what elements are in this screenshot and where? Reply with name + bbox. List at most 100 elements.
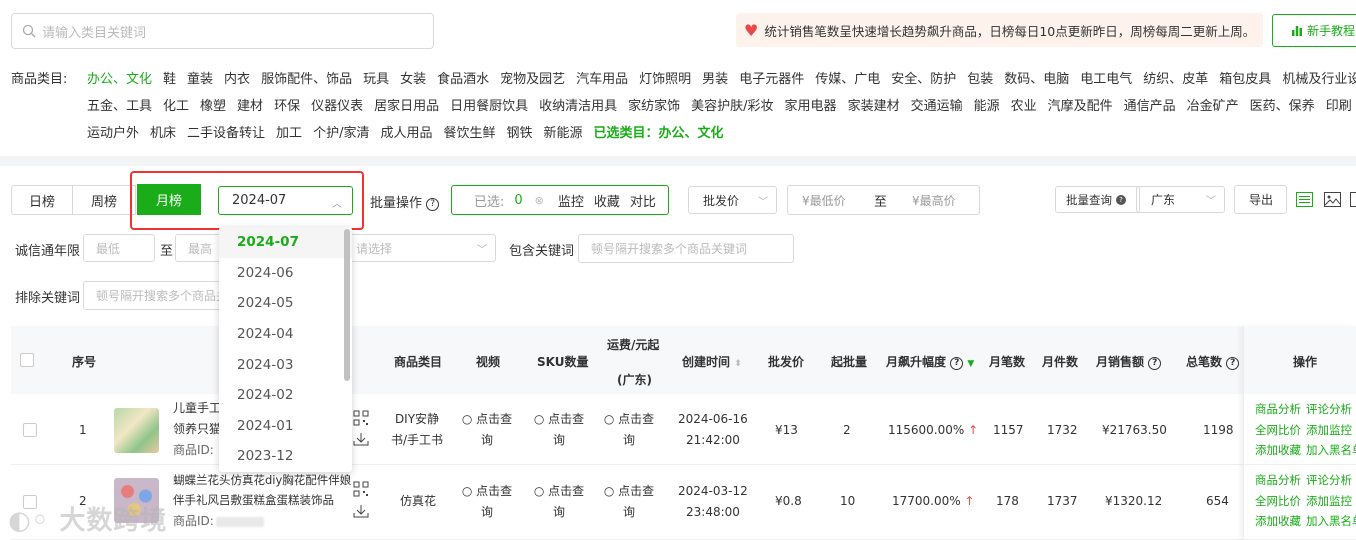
category-item[interactable]: 能源 bbox=[974, 93, 1000, 120]
category-item[interactable]: 农业 bbox=[1011, 93, 1037, 120]
category-search-input[interactable]: 请输入类目关键词 bbox=[11, 13, 434, 49]
category-item[interactable]: 钢铁 bbox=[506, 120, 532, 147]
category-item[interactable]: 交通运输 bbox=[911, 93, 963, 120]
category-item[interactable]: 五金、工具 bbox=[87, 93, 152, 120]
category-item[interactable]: 箱包皮具 bbox=[1219, 66, 1271, 93]
row-action-link[interactable]: 加入黑名单 bbox=[1306, 443, 1356, 457]
category-item[interactable]: 食品酒水 bbox=[437, 66, 489, 93]
compare-button[interactable]: 对比 bbox=[630, 191, 656, 210]
video-query-link[interactable]: ○ 点击查询 bbox=[459, 409, 515, 451]
category-item[interactable]: 环保 bbox=[274, 93, 300, 120]
category-item[interactable]: 玩具 bbox=[363, 66, 389, 93]
category-type-select[interactable]: 请选择 ﹀ bbox=[345, 234, 496, 262]
more-view-icon[interactable] bbox=[1350, 192, 1356, 207]
category-item[interactable]: 家纺家饰 bbox=[628, 93, 680, 120]
category-item[interactable]: 新能源 bbox=[544, 120, 583, 147]
category-item[interactable]: 成人用品 bbox=[380, 120, 432, 147]
category-item[interactable]: 纺织、皮革 bbox=[1143, 66, 1208, 93]
category-item[interactable]: 电子元器件 bbox=[739, 66, 804, 93]
category-item[interactable]: 美容护肤/彩妆 bbox=[691, 93, 773, 120]
category-item[interactable]: 印刷 bbox=[1326, 93, 1352, 120]
include-keyword-input[interactable]: 顿号隔开搜索多个商品关键词 bbox=[578, 234, 794, 263]
exclude-keyword-input[interactable]: 顿号隔开搜索多个商品关键词 bbox=[83, 281, 233, 310]
category-item[interactable]: 安全、防护 bbox=[891, 66, 956, 93]
clear-icon[interactable]: ⊗ bbox=[535, 194, 544, 207]
list-view-icon[interactable] bbox=[1296, 192, 1313, 207]
month-option[interactable]: 2023-12 bbox=[219, 441, 352, 472]
month-option[interactable]: 2024-03 bbox=[219, 349, 352, 380]
video-query-link[interactable]: ○ 点击查询 bbox=[459, 481, 515, 523]
region-select[interactable]: 广东 ﹀ bbox=[1136, 186, 1225, 213]
image-view-icon[interactable] bbox=[1324, 192, 1341, 207]
category-item[interactable]: 冶金矿产 bbox=[1187, 93, 1239, 120]
category-item[interactable]: 服饰配件、饰品 bbox=[261, 66, 352, 93]
category-item[interactable]: 橡塑 bbox=[200, 93, 226, 120]
category-item[interactable]: 家用电器 bbox=[785, 93, 837, 120]
category-item[interactable]: 二手设备转让 bbox=[187, 120, 265, 147]
row-checkbox[interactable] bbox=[23, 423, 37, 437]
category-item[interactable]: 汽车用品 bbox=[576, 66, 628, 93]
row-action-link[interactable]: 全网比价 bbox=[1255, 423, 1301, 437]
qrcode-icon[interactable] bbox=[353, 481, 369, 497]
select-all-checkbox[interactable] bbox=[20, 353, 34, 367]
freight-query-link[interactable]: ○ 点击查询 bbox=[601, 481, 657, 523]
category-item[interactable]: 数码、电脑 bbox=[1004, 66, 1069, 93]
category-item[interactable]: 建材 bbox=[237, 93, 263, 120]
month-option[interactable]: 2024-02 bbox=[219, 380, 352, 411]
category-item[interactable]: 化工 bbox=[163, 93, 189, 120]
category-item[interactable]: 内衣 bbox=[224, 66, 250, 93]
category-item[interactable]: 宠物及园艺 bbox=[500, 66, 565, 93]
category-item[interactable]: 仪器仪表 bbox=[311, 93, 363, 120]
month-option[interactable]: 2024-05 bbox=[219, 288, 352, 319]
monitor-button[interactable]: 监控 bbox=[558, 191, 584, 210]
dropdown-scrollbar[interactable] bbox=[344, 229, 350, 381]
row-action-link[interactable]: 加入黑名单 bbox=[1306, 514, 1356, 528]
price-range-input[interactable]: ¥最低价 至 ¥最高价 bbox=[787, 185, 980, 215]
month-option[interactable]: 2024-06 bbox=[219, 258, 352, 289]
qrcode-icon[interactable] bbox=[353, 410, 369, 426]
category-item[interactable]: 女装 bbox=[400, 66, 426, 93]
product-title-line1[interactable]: 蝴蝶兰花头仿真花diy胸花配件伴娘 bbox=[173, 470, 351, 491]
category-item[interactable]: 汽摩及配件 bbox=[1048, 93, 1113, 120]
category-item[interactable]: 通信产品 bbox=[1124, 93, 1176, 120]
category-item[interactable]: 传媒、广电 bbox=[815, 66, 880, 93]
row-action-link[interactable]: 评论分析 bbox=[1306, 473, 1352, 487]
category-item[interactable]: 运动户外 bbox=[87, 120, 139, 147]
col-growth[interactable]: 月飙升幅度 ? ▼ bbox=[886, 353, 974, 370]
batch-query-button[interactable]: 批量查询 ? bbox=[1055, 186, 1140, 213]
row-action-link[interactable]: 添加监控 bbox=[1306, 494, 1352, 508]
sku-query-link[interactable]: ○ 点击查询 bbox=[531, 481, 587, 523]
download-icon[interactable] bbox=[353, 503, 369, 519]
sku-query-link[interactable]: ○ 点击查询 bbox=[531, 409, 587, 451]
integrity-min-input[interactable]: 最低 bbox=[83, 234, 155, 262]
row-action-link[interactable]: 全网比价 bbox=[1255, 494, 1301, 508]
integrity-max-input[interactable]: 最高 bbox=[175, 234, 225, 262]
category-item[interactable]: 餐饮生鲜 bbox=[443, 120, 495, 147]
tab-weekly[interactable]: 周榜 bbox=[73, 185, 136, 215]
category-item[interactable]: 加工 bbox=[276, 120, 302, 147]
row-action-link[interactable]: 评论分析 bbox=[1306, 402, 1352, 416]
export-button[interactable]: 导出 bbox=[1234, 185, 1287, 214]
row-action-link[interactable]: 商品分析 bbox=[1255, 402, 1301, 416]
month-option[interactable]: 2024-01 bbox=[219, 411, 352, 442]
category-item[interactable]: 童装 bbox=[187, 66, 213, 93]
category-item[interactable]: 日用餐厨饮具 bbox=[450, 93, 528, 120]
price-type-select[interactable]: 批发价 ﹀ bbox=[688, 186, 777, 214]
help-icon[interactable]: ? bbox=[426, 198, 440, 211]
category-item[interactable]: 鞋 bbox=[163, 66, 176, 93]
category-item[interactable]: 包装 bbox=[967, 66, 993, 93]
month-option[interactable]: 2024-07 bbox=[219, 227, 352, 258]
category-item[interactable]: 灯饰照明 bbox=[639, 66, 691, 93]
category-item[interactable]: 男装 bbox=[702, 66, 728, 93]
category-item[interactable]: 机床 bbox=[150, 120, 176, 147]
product-thumbnail[interactable] bbox=[114, 408, 159, 453]
download-icon[interactable] bbox=[353, 431, 369, 447]
help-icon[interactable]: ? bbox=[1116, 194, 1126, 205]
category-item[interactable]: 居家日用品 bbox=[374, 93, 439, 120]
row-action-link[interactable]: 添加收藏 bbox=[1255, 443, 1301, 457]
tab-daily[interactable]: 日榜 bbox=[11, 185, 73, 215]
tutorial-button[interactable]: 新手教程 bbox=[1272, 14, 1356, 47]
category-item[interactable]: 办公、文化 bbox=[87, 66, 152, 93]
freight-query-link[interactable]: ○ 点击查询 bbox=[601, 409, 657, 451]
category-item[interactable]: 个护/家清 bbox=[313, 120, 369, 147]
